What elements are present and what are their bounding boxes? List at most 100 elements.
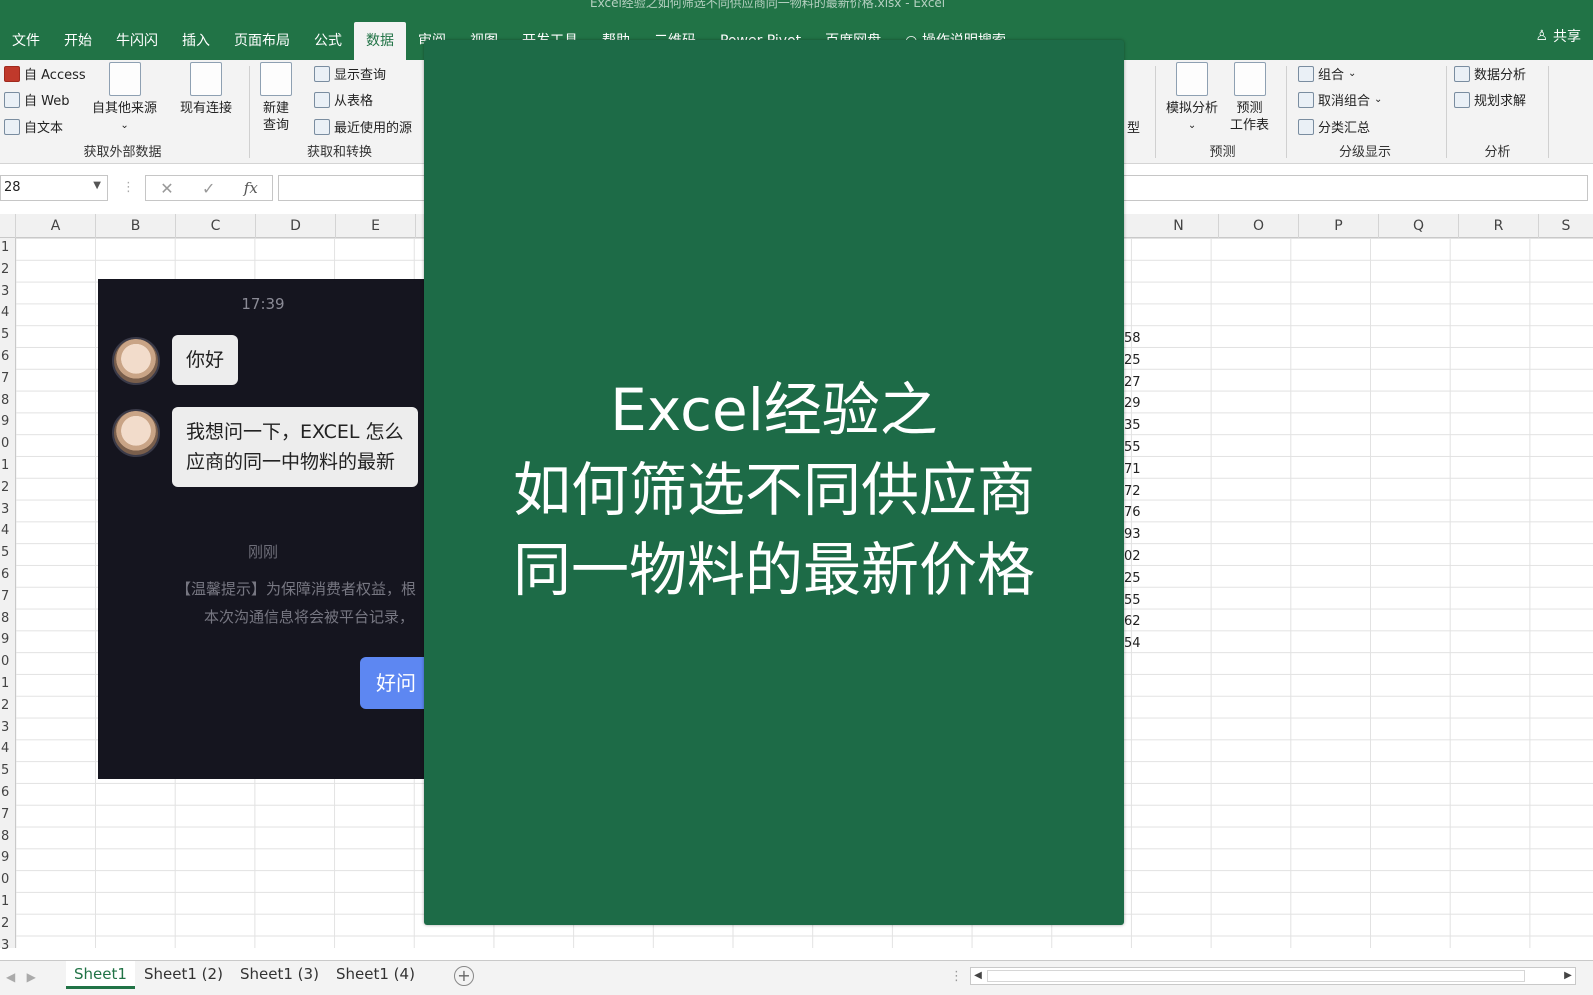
row-header[interactable]: 2 xyxy=(0,480,16,502)
row-header[interactable]: 3 xyxy=(0,720,16,742)
row-header[interactable]: 0 xyxy=(0,436,16,458)
forecast-sheet-button[interactable]: 预测 工作表 xyxy=(1230,62,1269,134)
chevron-down-icon[interactable]: ▼ xyxy=(93,180,101,191)
row-header[interactable]: 1 xyxy=(0,676,16,698)
column-header[interactable]: B xyxy=(96,214,176,238)
cell-value[interactable]: 35 xyxy=(1124,418,1141,433)
subtotal-button[interactable]: 分类汇总 xyxy=(1298,117,1370,136)
column-header[interactable]: E xyxy=(336,214,416,238)
column-header[interactable]: R xyxy=(1459,214,1539,238)
ungroup-button[interactable]: 取消组合 ⌄ xyxy=(1298,90,1382,109)
recent-sources-button[interactable]: 最近使用的源 xyxy=(314,117,412,136)
from-access-button[interactable]: 自 Access xyxy=(4,64,86,83)
scrollbar-thumb[interactable] xyxy=(987,970,1525,982)
cell-value[interactable]: 25 xyxy=(1124,571,1141,586)
cell-value[interactable]: 72 xyxy=(1124,484,1141,499)
name-box[interactable]: 28 ▼ xyxy=(0,175,108,201)
cell-value[interactable]: 29 xyxy=(1124,396,1141,411)
tab-formulas[interactable]: 公式 xyxy=(302,22,354,60)
row-header[interactable]: 6 xyxy=(0,349,16,371)
share-button[interactable]: ♙ 共享 xyxy=(1535,26,1581,46)
row-header[interactable]: 5 xyxy=(0,545,16,567)
cell-value[interactable]: 25 xyxy=(1124,353,1141,368)
tab-data[interactable]: 数据 xyxy=(354,22,406,60)
cell-value[interactable]: 54 xyxy=(1124,636,1141,651)
tab-niushanshan[interactable]: 牛闪闪 xyxy=(104,22,170,60)
row-header[interactable]: 7 xyxy=(0,371,16,393)
sheet-nav-arrows[interactable]: ◀ ▶ xyxy=(6,970,36,984)
row-header[interactable]: 9 xyxy=(0,632,16,654)
row-header[interactable]: 4 xyxy=(0,305,16,327)
cell-value[interactable]: 62 xyxy=(1124,614,1141,629)
sheet-tab[interactable]: Sheet1 (4) xyxy=(328,961,423,989)
from-table-button[interactable]: 从表格 xyxy=(314,90,373,109)
from-web-button[interactable]: 自 Web xyxy=(4,90,69,109)
existing-connections-button[interactable]: 现有连接 xyxy=(180,62,232,117)
cell-value[interactable]: 71 xyxy=(1124,462,1141,477)
show-queries-button[interactable]: 显示查询 xyxy=(314,64,386,83)
row-header[interactable]: 5 xyxy=(0,763,16,785)
column-header[interactable]: O xyxy=(1219,214,1299,238)
from-other-sources-button[interactable]: 自其他来源 ⌄ xyxy=(92,62,157,134)
row-header[interactable]: 2 xyxy=(0,698,16,720)
from-text-button[interactable]: 自文本 xyxy=(4,117,63,136)
scroll-left-icon[interactable]: ◀ xyxy=(971,968,985,984)
tab-insert[interactable]: 插入 xyxy=(170,22,222,60)
row-header[interactable]: 1 xyxy=(0,240,16,262)
horizontal-scrollbar[interactable]: ◀ ▶ xyxy=(970,967,1576,985)
cell-value[interactable]: 27 xyxy=(1124,375,1141,390)
row-header[interactable]: 3 xyxy=(0,284,16,306)
cell-value[interactable]: 02 xyxy=(1124,549,1141,564)
select-all-corner[interactable] xyxy=(0,214,16,238)
row-header[interactable]: 1 xyxy=(0,458,16,480)
column-header[interactable]: A xyxy=(16,214,96,238)
add-sheet-button[interactable]: + xyxy=(454,966,474,986)
tab-page-layout[interactable]: 页面布局 xyxy=(222,22,302,60)
tab-file[interactable]: 文件 xyxy=(0,22,52,60)
group-button[interactable]: 组合 ⌄ xyxy=(1298,64,1356,83)
row-header[interactable]: 6 xyxy=(0,785,16,807)
enter-icon[interactable]: ✓ xyxy=(202,179,215,198)
column-header[interactable]: P xyxy=(1299,214,1379,238)
column-header[interactable]: D xyxy=(256,214,336,238)
row-header[interactable]: 8 xyxy=(0,829,16,851)
sheet-tab[interactable]: Sheet1 (3) xyxy=(232,961,327,989)
row-header[interactable]: 9 xyxy=(0,414,16,436)
sheet-tab[interactable]: Sheet1 (2) xyxy=(136,961,231,989)
cell-value[interactable]: 55 xyxy=(1124,593,1141,608)
row-header[interactable]: 3 xyxy=(0,502,16,524)
row-header[interactable]: 7 xyxy=(0,589,16,611)
cell-value[interactable]: 76 xyxy=(1124,505,1141,520)
row-header[interactable]: 4 xyxy=(0,741,16,763)
column-header[interactable]: C xyxy=(176,214,256,238)
tab-home[interactable]: 开始 xyxy=(52,22,104,60)
cancel-icon[interactable]: ✕ xyxy=(160,179,173,198)
row-header[interactable]: 2 xyxy=(0,262,16,284)
row-header[interactable]: 9 xyxy=(0,850,16,872)
what-if-analysis-button[interactable]: 模拟分析 ⌄ xyxy=(1166,62,1218,134)
new-query-button[interactable]: 新建 查询 xyxy=(260,62,292,134)
data-model-button-partial[interactable]: 型 xyxy=(1127,117,1140,136)
cell-value[interactable]: 93 xyxy=(1124,527,1141,542)
sheet-tab[interactable]: Sheet1 xyxy=(66,961,135,989)
row-header[interactable]: 8 xyxy=(0,393,16,415)
row-header[interactable]: 2 xyxy=(0,916,16,938)
row-header[interactable]: 0 xyxy=(0,654,16,676)
drag-handle-icon[interactable]: ⋮ xyxy=(950,969,963,984)
data-analysis-button[interactable]: 数据分析 xyxy=(1454,64,1526,83)
solver-button[interactable]: 规划求解 xyxy=(1454,90,1526,109)
row-header[interactable]: 5 xyxy=(0,327,16,349)
row-header[interactable]: 7 xyxy=(0,807,16,829)
insert-function-button[interactable]: fx xyxy=(244,179,258,197)
row-header[interactable]: 1 xyxy=(0,894,16,916)
column-header[interactable]: S xyxy=(1539,214,1593,238)
cell-value[interactable]: 55 xyxy=(1124,440,1141,455)
row-header[interactable]: 6 xyxy=(0,567,16,589)
row-header[interactable]: 3 xyxy=(0,938,16,960)
row-header[interactable]: 4 xyxy=(0,523,16,545)
row-header[interactable]: 8 xyxy=(0,611,16,633)
drag-handle-icon[interactable]: ⋮ xyxy=(122,180,135,195)
column-header[interactable]: N xyxy=(1139,214,1219,238)
scroll-right-icon[interactable]: ▶ xyxy=(1561,968,1575,984)
row-header[interactable]: 0 xyxy=(0,872,16,894)
